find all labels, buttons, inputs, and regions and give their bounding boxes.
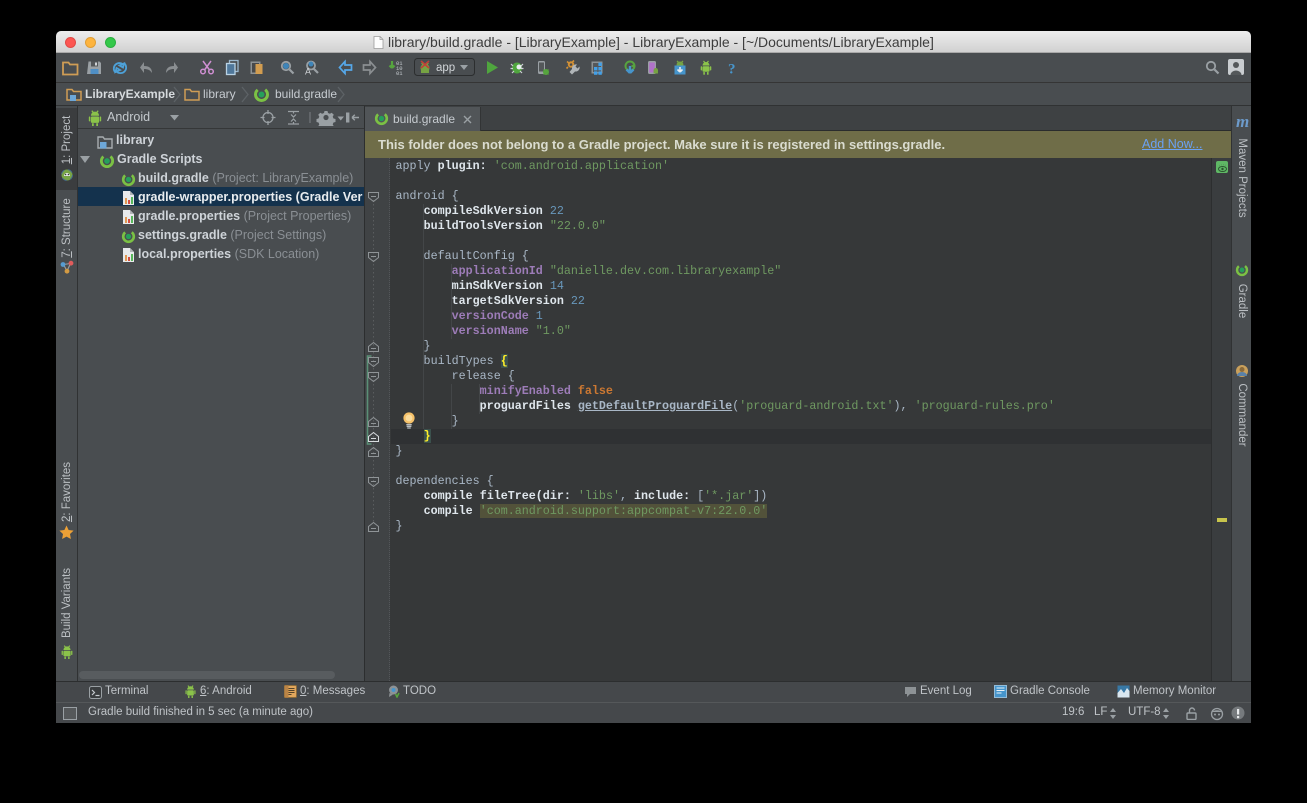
svg-text:01: 01	[396, 70, 403, 77]
svg-text:?: ?	[728, 62, 736, 78]
svg-text:app: app	[436, 62, 455, 74]
svg-text:A: A	[305, 67, 311, 77]
